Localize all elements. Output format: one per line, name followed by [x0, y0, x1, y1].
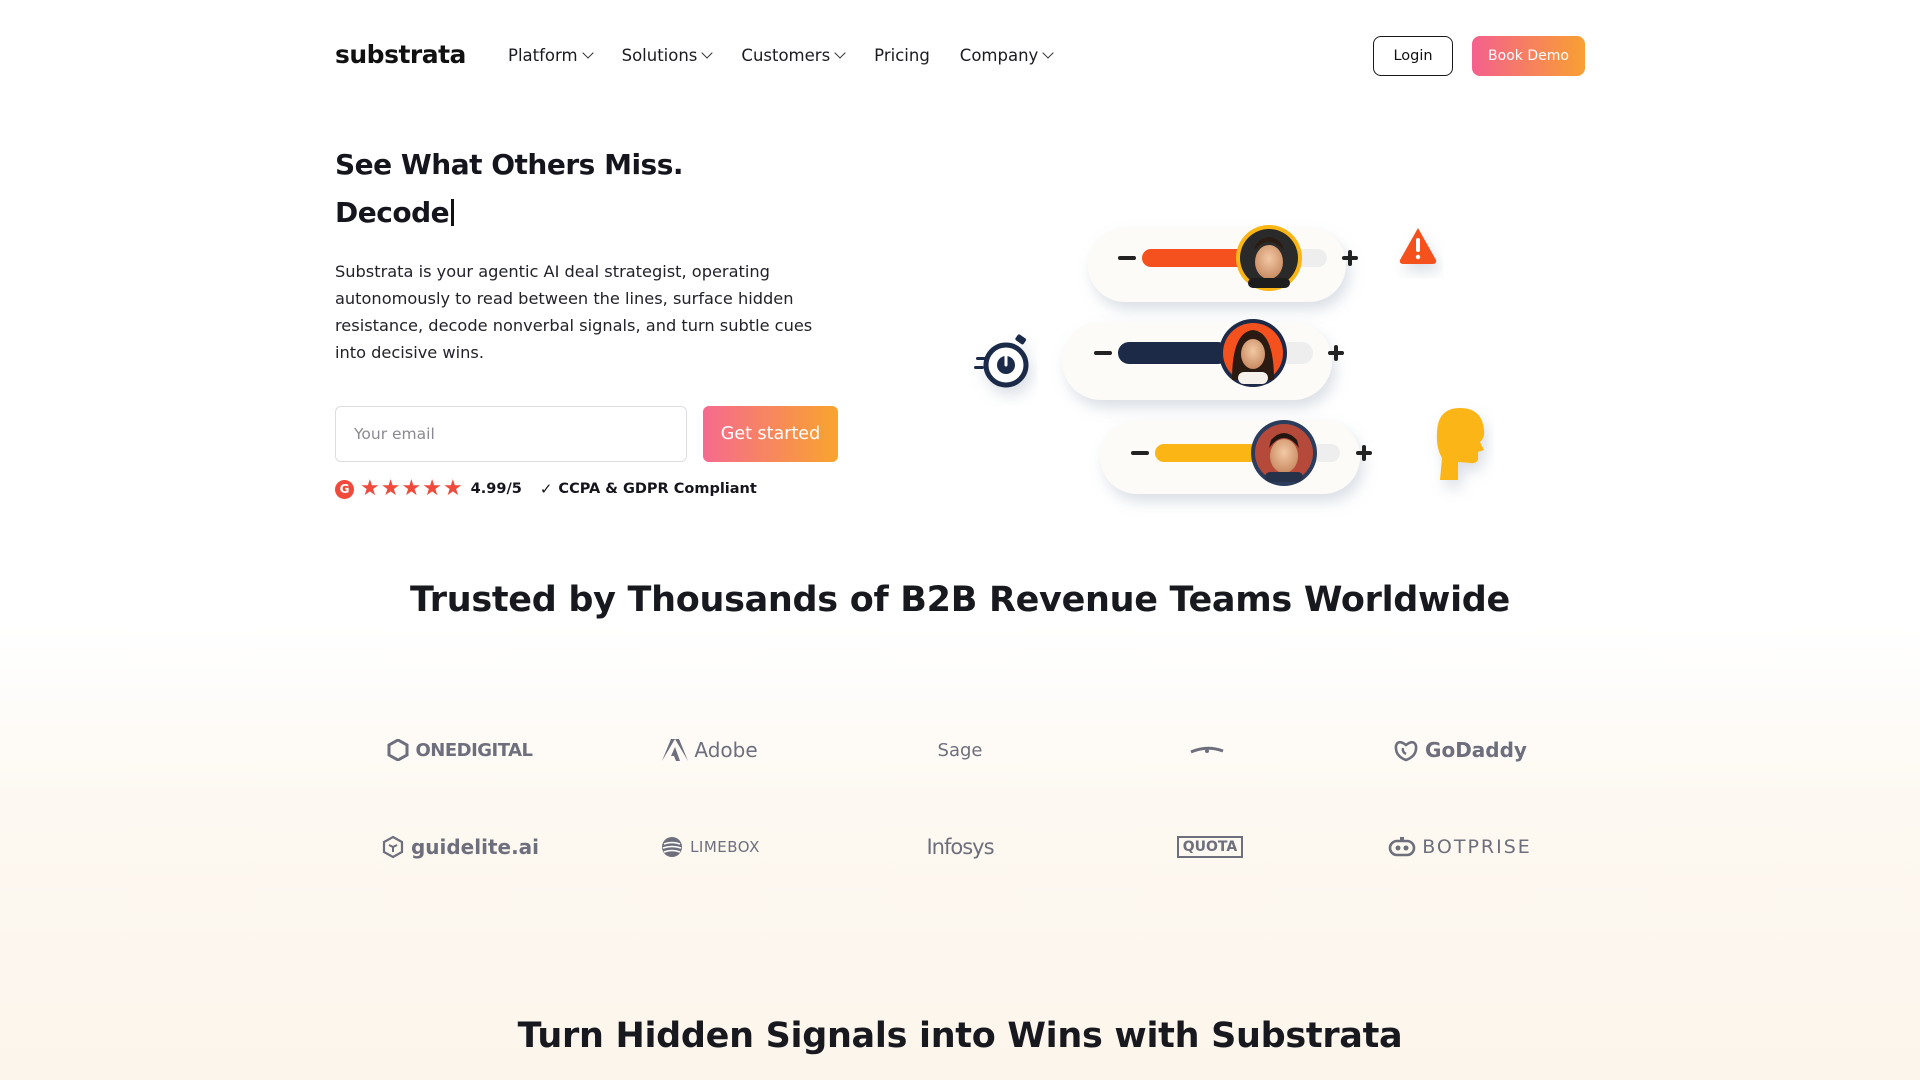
onedigital-icon — [387, 739, 409, 761]
quota-logo: QUOTA — [1085, 836, 1335, 858]
alert-triangle-icon — [1399, 228, 1437, 264]
slider-fill — [1118, 342, 1229, 364]
book-demo-button[interactable]: Book Demo — [1472, 36, 1585, 76]
avatar-man-1 — [1236, 225, 1302, 291]
section-heading-signals: Turn Hidden Signals into Wins with Subst… — [517, 1016, 1403, 1056]
avatar-man-2 — [1251, 420, 1317, 486]
typing-caret — [451, 199, 454, 226]
nav-item-label: Company — [959, 46, 1039, 65]
nav-item-platform[interactable]: Platform — [508, 46, 594, 65]
minus-icon — [1131, 451, 1149, 455]
botprise-logo: BOTPRISE — [1335, 836, 1585, 858]
quota-icon: QUOTA — [1176, 836, 1244, 858]
star-icon: ★ — [360, 476, 380, 501]
signal-slider-1 — [1088, 225, 1358, 302]
g2-icon: G — [335, 479, 354, 499]
sage-logo: Sage — [937, 739, 983, 761]
guidelite-logo: guidelite.ai — [335, 835, 585, 859]
nav-item-solutions[interactable]: Solutions — [621, 46, 714, 65]
partial-logo — [1085, 743, 1335, 757]
trust-row: G ★ ★ ★ ★ ★ 4.99/5 ✓ CCPA & GDPR Complia… — [335, 476, 757, 501]
nav-item-label: Customers — [741, 46, 831, 65]
partial-logo-icon — [1190, 746, 1224, 754]
chevron-down-icon — [581, 47, 594, 59]
star-rating: ★ ★ ★ ★ ★ — [360, 476, 463, 501]
star-icon: ★ — [422, 476, 442, 501]
guidelite-icon — [382, 835, 404, 859]
chevron-down-icon — [1042, 47, 1054, 59]
hero-illustration — [974, 225, 1485, 494]
substrata-logo[interactable]: substrata — [335, 40, 466, 69]
star-icon: ★ — [401, 476, 422, 501]
botprise-icon — [1388, 837, 1416, 857]
minus-icon — [1118, 256, 1136, 260]
star-icon: ★ — [380, 476, 401, 501]
godaddy-logo: GoDaddy — [1335, 738, 1585, 762]
nav-item-label: Pricing — [874, 46, 930, 65]
rating-value: 4.99/5 — [470, 481, 522, 497]
avatar-woman — [1219, 319, 1287, 387]
logo-row: ONEDIGITAL Adobe Sage GoDaddy — [335, 720, 1585, 780]
get-started-button[interactable]: Get started — [703, 406, 838, 462]
hero-typed-line: Decode — [335, 196, 454, 229]
star-icon: ★ — [442, 476, 463, 501]
top-nav: substrata Platform Solutions Customers P… — [0, 0, 1920, 112]
main-menu: Platform Solutions Customers Pricing Com… — [508, 46, 1054, 65]
limebox-icon — [662, 837, 683, 857]
chevron-down-icon — [834, 47, 846, 59]
limebox-logo: LIMEBOX — [585, 835, 835, 859]
adobe-logo: Adobe — [585, 738, 835, 762]
nav-item-company[interactable]: Company — [959, 46, 1054, 65]
email-input[interactable] — [335, 406, 687, 462]
customer-logos: ONEDIGITAL Adobe Sage GoDaddy guidelite.… — [335, 720, 1585, 877]
chevron-down-icon — [701, 47, 714, 59]
nav-item-label: Solutions — [621, 46, 698, 65]
signal-slider-3 — [1100, 420, 1372, 494]
godaddy-icon — [1394, 740, 1418, 762]
onedigital-logo: ONEDIGITAL — [335, 739, 585, 761]
compliance-label: CCPA & GDPR Compliant — [558, 481, 757, 497]
infosys-logo: Infosys — [926, 835, 994, 859]
signal-slider-2 — [1062, 319, 1344, 400]
trusted-heading: Trusted by Thousands of B2B Revenue Team… — [410, 580, 1510, 620]
head-profile-icon — [1436, 408, 1485, 480]
login-button[interactable]: Login — [1373, 36, 1453, 76]
typed-word: Decode — [335, 196, 450, 229]
hero-description: Substrata is your agentic AI deal strate… — [335, 262, 813, 362]
hero-headline: See What Others Miss. — [335, 148, 684, 181]
nav-item-customers[interactable]: Customers — [741, 46, 846, 65]
adobe-icon — [662, 739, 689, 761]
check-icon: ✓ — [539, 480, 553, 498]
nav-item-label: Platform — [508, 46, 578, 65]
stopwatch-icon — [974, 334, 1029, 388]
nav-item-pricing[interactable]: Pricing — [874, 46, 930, 65]
logo-row: guidelite.ai LIMEBOX Infosys QUOTA BOTPR… — [335, 817, 1585, 877]
minus-icon — [1094, 351, 1112, 355]
